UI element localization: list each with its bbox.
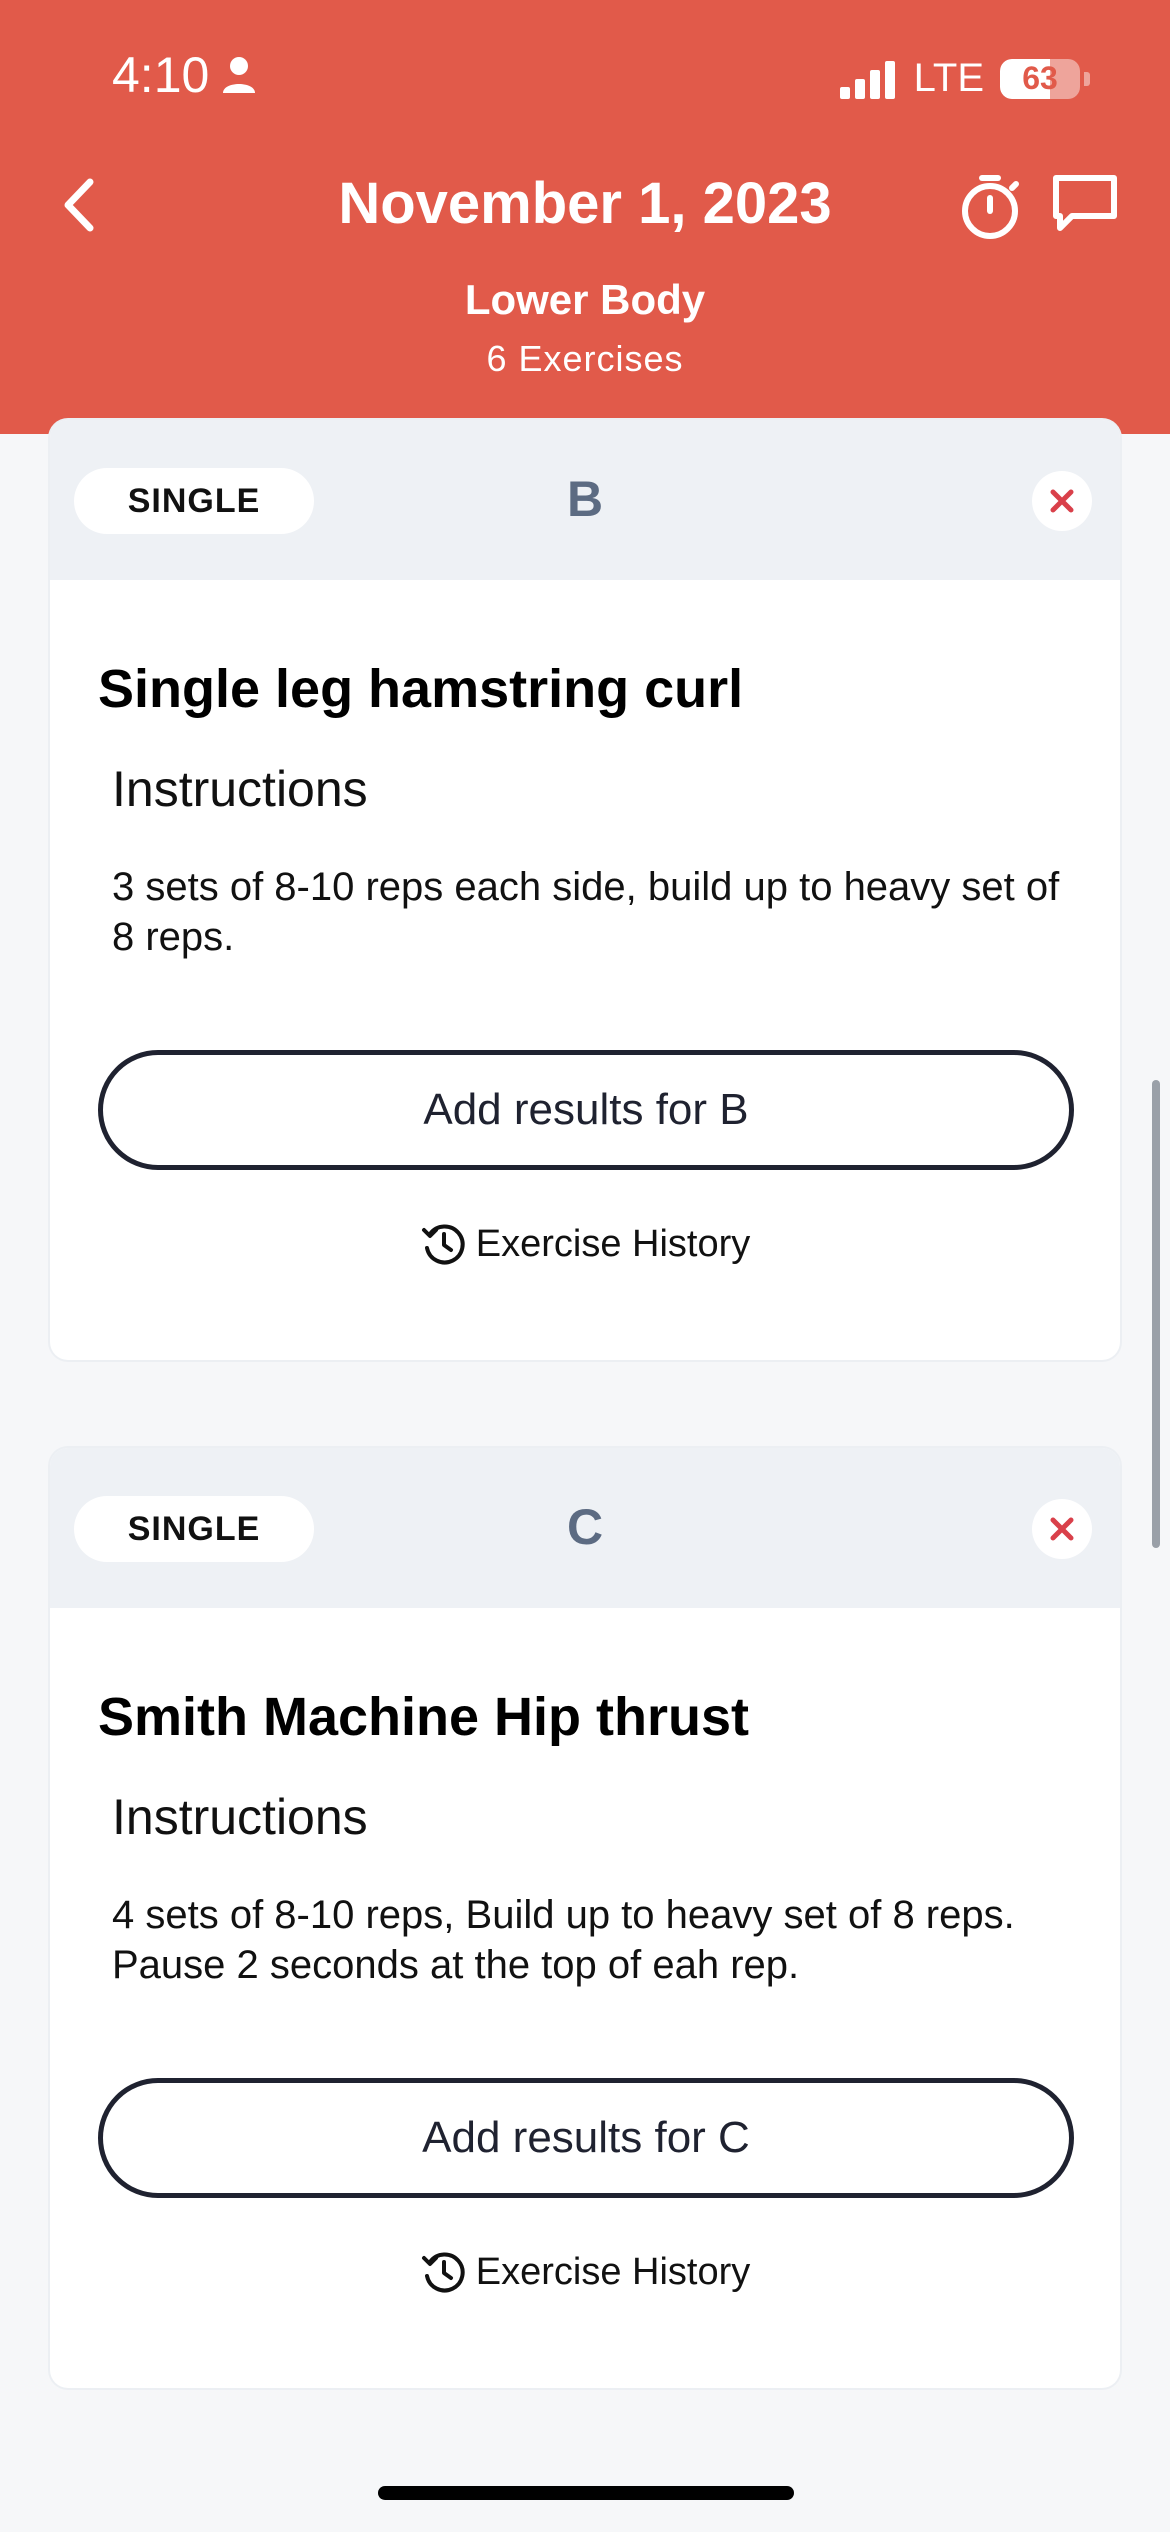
close-icon (1050, 489, 1074, 513)
battery-level: 63 (1022, 60, 1058, 96)
history-clock-icon (421, 1224, 465, 1265)
instructions-heading: Instructions (112, 761, 368, 817)
exercise-name: Smith Machine Hip thrust (98, 1687, 750, 1747)
battery-icon: 63 (1000, 58, 1080, 99)
instructions-text: 3 sets of 8-10 reps each side, build up … (112, 865, 1060, 959)
battery-tip (1084, 71, 1090, 86)
home-indicator[interactable] (378, 2486, 794, 2500)
status-bar-right: LTE 63 (838, 56, 1090, 101)
exercise-letter: C (566, 1499, 604, 1555)
exercise-count: 6 Exercises (486, 338, 684, 379)
exercise-history-link[interactable]: Exercise History (98, 2248, 1072, 2388)
add-results-button[interactable]: Add results for C (98, 2078, 1074, 2198)
add-results-button[interactable]: Add results for B (98, 1050, 1074, 1170)
time-text: 4:10 (112, 47, 210, 103)
remove-exercise-button[interactable] (1032, 471, 1092, 531)
status-bar-time: 4:10 (112, 46, 257, 104)
header: 4:10 LTE 63 November 1, 2023 Lower Body … (0, 0, 1170, 434)
cellular-signal-icon (839, 60, 895, 99)
card-body: Single leg hamstring curl Instructions 3… (50, 658, 1120, 1360)
workout-name: Lower Body (464, 276, 706, 323)
exercise-history-link[interactable]: Exercise History (98, 1220, 1072, 1360)
remove-exercise-button[interactable] (1032, 1499, 1092, 1559)
exercise-card-b: SINGLE B Single leg hamstring curl Instr… (50, 420, 1120, 1360)
network-type: LTE (913, 56, 984, 100)
history-label: Exercise History (475, 1222, 751, 1265)
card-header: SINGLE C (50, 1448, 1120, 1608)
close-icon (1050, 1517, 1074, 1541)
chat-bubble-icon[interactable] (1050, 172, 1120, 236)
workout-screen: 4:10 LTE 63 November 1, 2023 Lower Body … (0, 0, 1170, 2532)
card-body: Smith Machine Hip thrust Instructions 4 … (50, 1686, 1120, 2388)
instructions-text: 4 sets of 8-10 reps, Build up to heavy s… (112, 1893, 1015, 1987)
history-label: Exercise History (475, 2250, 751, 2293)
card-header: SINGLE B (50, 420, 1120, 580)
person-icon (223, 57, 256, 93)
exercise-letter: B (566, 471, 604, 527)
instructions-heading: Instructions (112, 1789, 368, 1845)
exercise-name: Single leg hamstring curl (98, 659, 744, 719)
stopwatch-icon[interactable] (955, 172, 1025, 242)
history-clock-icon (421, 2252, 465, 2293)
exercise-card-c: SINGLE C Smith Machine Hip thrust Instru… (50, 1448, 1120, 2388)
scrollbar[interactable] (1152, 1080, 1160, 1548)
